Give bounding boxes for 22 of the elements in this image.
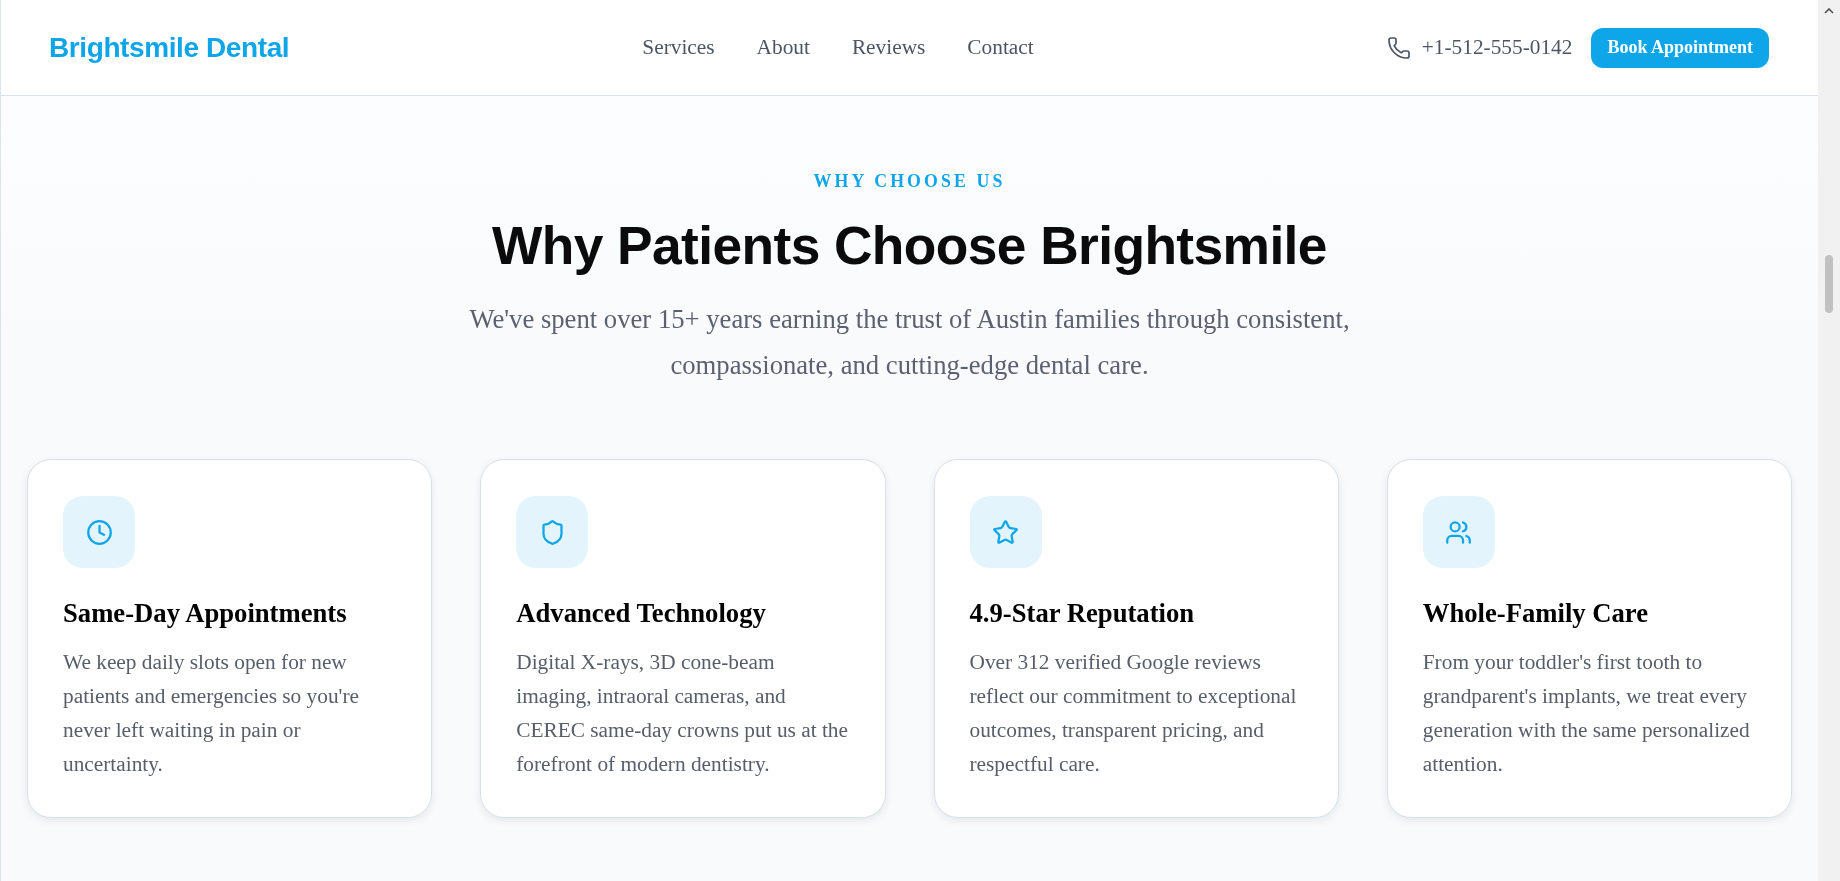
- clock-icon: [63, 496, 135, 568]
- feature-description: Over 312 verified Google reviews reflect our commitment to exceptional outcomes, transparent pricing, and respectful care.: [969, 649, 1298, 778]
- feature-description: Digital X-rays, 3D cone-beam imaging, intraoral cameras, and CEREC same-day crowns put us at the forefront of modern dentistry.: [516, 649, 849, 778]
- phone-link[interactable]: +1-512-555-0142: [1386, 35, 1573, 60]
- people-icon: [1422, 496, 1495, 568]
- section-eyebrow: WHY CHOOSE US: [813, 171, 1006, 192]
- nav-link[interactable]: Reviews: [851, 35, 926, 60]
- feature-title: Advanced Technology: [516, 597, 767, 630]
- feature-description: From your toddler's first tooth to grandparent's implants, we treat every generation with the same personalized attention.: [1422, 649, 1751, 778]
- feature-title: Same-Day Appointments: [63, 597, 348, 630]
- feature-description: We keep daily slots open for new patients and emergencies so you're never left waiting in pain or uncertainty.: [63, 649, 361, 778]
- nav-link[interactable]: Services: [642, 35, 715, 60]
- section-subtitle: We've spent over 15+ years earning the trust of Austin families through consistent, compassionate, and cutting-edge dental care.: [468, 303, 1351, 382]
- nav-link[interactable]: About: [756, 35, 810, 60]
- phone-icon: [1386, 35, 1411, 60]
- scrollbar-thumb[interactable]: [1825, 255, 1833, 313]
- star-icon: [969, 496, 1042, 568]
- feature-title: Whole-Family Care: [1422, 597, 1650, 630]
- shield-icon: [516, 496, 589, 568]
- section-heading: Why Patients Choose Brightsmile: [492, 215, 1327, 277]
- nav-link[interactable]: Contact: [967, 35, 1034, 60]
- feature-title: 4.9-Star Reputation: [969, 597, 1196, 630]
